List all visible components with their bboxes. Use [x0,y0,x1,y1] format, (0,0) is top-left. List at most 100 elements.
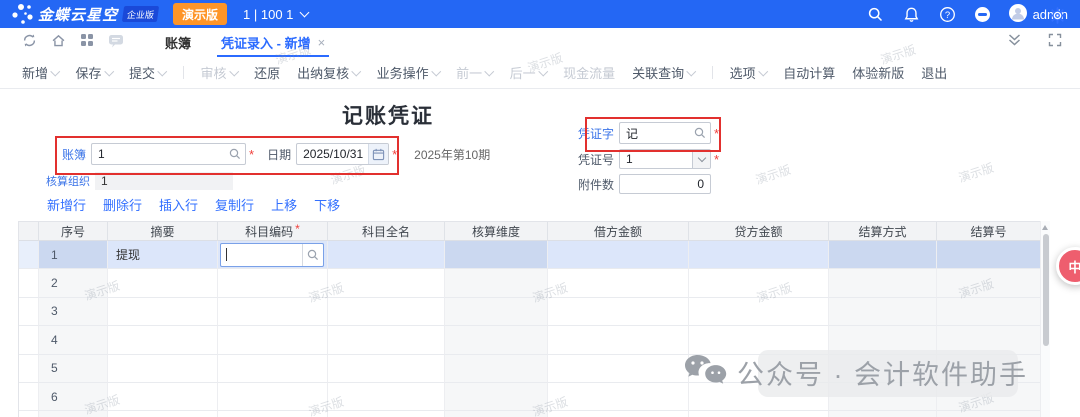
grid-header-credit[interactable]: 贷方金额 [689,222,829,241]
grid-header-dimension[interactable]: 核算维度 [445,222,548,241]
notification-bell-icon[interactable] [903,6,920,23]
collapse-double-chevron-icon[interactable] [1007,33,1022,52]
message-bubble-icon[interactable] [108,33,124,53]
grid-cell-subject-code[interactable] [218,326,328,354]
row-action-delete-row[interactable]: 删除行 [103,195,142,214]
grid-cell-seq[interactable]: 6 [39,383,108,411]
grid-cell-summary[interactable] [108,383,218,411]
toolbar-button-try-new-version[interactable]: 体验新版 [852,63,904,82]
grid-cell-subject-name[interactable] [328,298,445,326]
toolbar-button-exit[interactable]: 退出 [921,63,947,82]
toolbar-button-new[interactable]: 新增 [22,63,59,82]
search-icon[interactable] [690,123,710,143]
grid-cell-subject-code[interactable] [218,269,328,297]
grid-cell-credit[interactable] [689,241,829,269]
grid-cell-summary[interactable] [108,355,218,383]
toolbar-button-prev[interactable]: 前一 [456,63,493,82]
attachments-input[interactable]: 0 [619,174,711,194]
grid-cell-debit[interactable] [548,383,689,411]
grid-cell-dimension[interactable] [445,355,548,383]
workspace-selector[interactable]: 1 | 100 1 [243,7,308,22]
scroll-up-arrow-icon[interactable] [1042,225,1048,230]
grid-cell-subject-name[interactable] [328,383,445,411]
grid-cell-settle-no[interactable] [937,411,1041,417]
grid-cell-subject-name[interactable] [328,411,445,417]
help-icon[interactable]: ? [939,6,956,23]
grid-header-summary[interactable]: 摘要 [108,222,218,241]
row-action-copy-row[interactable]: 复制行 [215,195,254,214]
grid-cell-subject-name[interactable] [328,241,445,269]
grid-cell-subject-name[interactable] [328,269,445,297]
grid-cell-settle-no[interactable] [937,298,1041,326]
calendar-icon[interactable] [368,144,388,164]
search-icon[interactable] [867,6,884,23]
date-input[interactable]: 2025/10/31 [296,143,389,165]
grid-cell-dimension[interactable] [445,411,548,417]
voucher-no-input[interactable]: 1 [619,149,711,169]
grid-cell-debit[interactable] [548,241,689,269]
row-action-move-up[interactable]: 上移 [271,195,297,214]
toolbar-button-submit[interactable]: 提交 [129,63,166,82]
apps-grid-icon[interactable] [80,33,94,52]
tab-voucher-entry[interactable]: 凭证录入 - 新增× [206,28,340,57]
toolbar-button-related-query[interactable]: 关联查询 [632,63,695,82]
voucher-word-input[interactable]: 记 [619,122,711,144]
grid-cell-summary[interactable]: 提现 [108,241,218,269]
grid-cell-settle-method[interactable] [829,298,937,326]
floating-side-button[interactable]: 中 [1056,247,1080,285]
grid-cell-seq[interactable]: 1 [39,241,108,269]
grid-cell-seq[interactable]: 3 [39,298,108,326]
sync-icon[interactable] [22,33,37,53]
grid-cell-subject-code[interactable] [218,241,328,269]
grid-cell-debit[interactable] [548,326,689,354]
toolbar-button-auto-calc[interactable]: 自动计算 [783,63,835,82]
toolbar-button-cash-flow[interactable]: 现金流量 [563,63,615,82]
grid-cell-dimension[interactable] [445,241,548,269]
row-action-move-down[interactable]: 下移 [314,195,340,214]
grid-cell-settle-method[interactable] [829,411,937,417]
home-icon[interactable] [51,33,66,53]
toolbar-button-restore[interactable]: 还原 [254,63,280,82]
grid-header-settle-no[interactable]: 结算号 [937,222,1041,241]
grid-cell-seq[interactable]: 4 [39,326,108,354]
book-input[interactable]: 1 [91,143,246,165]
chevron-down-icon[interactable] [692,150,710,168]
search-icon[interactable] [225,144,245,164]
grid-cell-credit[interactable] [689,298,829,326]
grid-cell-debit[interactable] [548,411,689,417]
tab-close-icon[interactable]: × [318,36,326,49]
grid-cell-debit[interactable] [548,298,689,326]
grid-header-seq[interactable]: 序号 [39,222,108,241]
grid-cell-settle-no[interactable] [937,241,1041,269]
status-toggle-icon[interactable] [975,7,990,22]
grid-cell-subject-code[interactable] [218,355,328,383]
grid-cell-dimension[interactable] [445,298,548,326]
grid-cell-dimension[interactable] [445,326,548,354]
grid-cell-dimension[interactable] [445,269,548,297]
grid-cell-subject-code[interactable] [218,411,328,417]
grid-cell-summary[interactable] [108,411,218,417]
grid-cell-subject-name[interactable] [328,326,445,354]
grid-cell-settle-method[interactable] [829,241,937,269]
search-icon[interactable] [302,244,323,266]
fullscreen-icon[interactable] [1048,33,1062,52]
grid-cell-settle-method[interactable] [829,269,937,297]
grid-cell-credit[interactable] [689,411,829,417]
vertical-scrollbar[interactable] [1040,221,1050,417]
grid-cell-credit[interactable] [689,269,829,297]
grid-cell-subject-code[interactable] [218,383,328,411]
grid-header-settle-method[interactable]: 结算方式 [829,222,937,241]
grid-cell-summary[interactable] [108,298,218,326]
grid-header-subject-code[interactable]: 科目编码* [218,222,328,241]
grid-cell-subject-name[interactable] [328,355,445,383]
toolbar-button-business-ops[interactable]: 业务操作 [377,63,440,82]
row-action-insert-row[interactable]: 插入行 [159,195,198,214]
grid-cell-subject-code[interactable] [218,298,328,326]
grid-header-debit[interactable]: 借方金额 [548,222,689,241]
toolbar-button-audit[interactable]: 审核 [201,63,238,82]
grid-cell-seq[interactable]: 2 [39,269,108,297]
toolbar-button-cashier-review[interactable]: 出纳复核 [297,63,360,82]
grid-cell-seq[interactable]: 7 [39,411,108,417]
scrollbar-thumb[interactable] [1043,234,1049,346]
settings-gear-icon[interactable] [1049,7,1066,29]
